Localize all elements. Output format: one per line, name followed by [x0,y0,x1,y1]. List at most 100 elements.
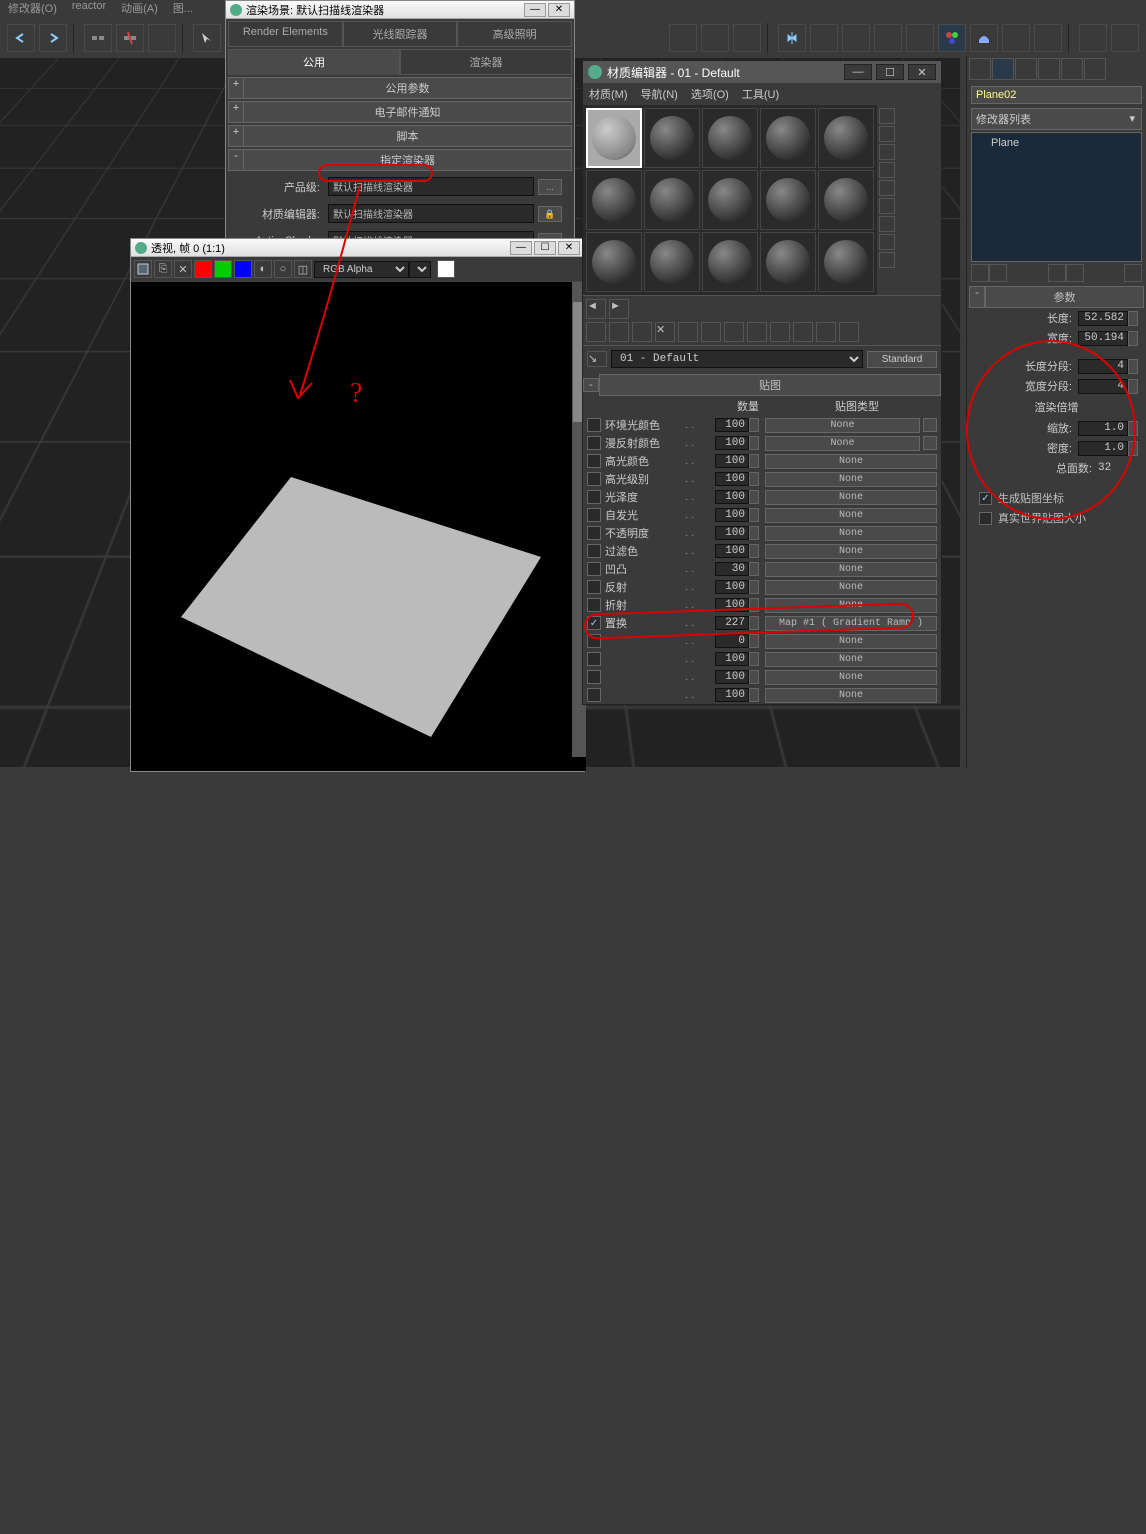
close-icon[interactable]: ✕ [548,3,570,17]
map-slot-button[interactable]: None [765,526,937,541]
options-icon[interactable] [879,216,895,232]
tab-advanced-lighting[interactable]: 高级照明 [457,21,572,47]
map-enable-checkbox[interactable] [587,472,601,486]
clear-icon[interactable]: ✕ [174,260,192,278]
material-type-button[interactable]: Standard [867,351,937,368]
material-slot-3[interactable] [702,108,758,168]
density-field[interactable]: 1.0 [1078,441,1128,456]
density-spinner[interactable] [1128,441,1138,456]
minimize-icon[interactable]: — [524,3,546,17]
map-amount-field[interactable]: 100 [715,472,749,486]
params-rollout-header[interactable]: -参数 [969,286,1144,308]
bind-spacewarp-icon[interactable] [148,24,176,52]
create-tab-icon[interactable] [969,58,991,80]
menu-options[interactable]: 选项(O) [691,89,729,101]
material-slot-5[interactable] [818,108,874,168]
field-mateditor-renderer[interactable]: 默认扫描线渲染器 [328,204,534,223]
make-copy-icon[interactable] [678,322,698,342]
map-amount-spinner[interactable] [749,508,759,522]
sample-uv-icon[interactable] [879,162,895,178]
utilities-tab-icon[interactable] [1084,58,1106,80]
map-amount-spinner[interactable] [749,454,759,468]
modify-tab-icon[interactable] [992,58,1014,80]
show-end-result-icon[interactable] [989,264,1007,282]
background-icon[interactable] [879,144,895,160]
maps-rollout-header[interactable]: -贴图 [583,374,941,396]
map-amount-spinner[interactable] [749,634,759,648]
map-amount-spinner[interactable] [749,544,759,558]
tab-common[interactable]: 公用 [228,49,400,75]
material-slot-9[interactable] [760,170,816,230]
rollout-email[interactable]: +电子邮件通知 [228,101,572,123]
put-to-scene-icon[interactable] [609,322,629,342]
map-amount-spinner[interactable] [749,490,759,504]
map-amount-field[interactable]: 30 [715,562,749,576]
schematic-icon[interactable] [906,24,934,52]
map-amount-spinner[interactable] [749,688,759,702]
mirror-icon[interactable] [778,24,806,52]
map-amount-field[interactable]: 100 [715,580,749,594]
render-setup-icon[interactable] [970,24,998,52]
alpha-channel-icon[interactable]: ◐ [254,260,272,278]
map-enable-checkbox[interactable] [587,580,601,594]
map-enable-checkbox[interactable] [587,418,601,432]
modifier-list-dropdown[interactable]: 修改器列表▾ [971,108,1142,130]
menu-material[interactable]: 材质(M) [589,89,628,101]
close-icon[interactable]: ✕ [908,64,936,80]
align-icon[interactable] [810,24,838,52]
map-enable-checkbox[interactable] [587,688,601,702]
material-slot-11[interactable] [586,232,642,292]
map-amount-spinner[interactable] [749,652,759,666]
render-setup-titlebar[interactable]: 渲染场景: 默认扫描线渲染器 — ✕ [226,1,574,19]
make-preview-icon[interactable] [879,198,895,214]
map-amount-spinner[interactable] [749,670,759,684]
layers-icon[interactable] [842,24,870,52]
close-icon[interactable]: ✕ [558,241,580,255]
map-amount-field[interactable]: 100 [715,652,749,666]
map-amount-spinner[interactable] [749,526,759,540]
pick-material-icon[interactable]: ↘ [587,351,607,367]
map-amount-field[interactable]: 227 [715,616,749,630]
rollout-scripts[interactable]: +脚本 [228,125,572,147]
toggle-icon[interactable]: ◫ [294,260,312,278]
map-amount-field[interactable]: 100 [715,490,749,504]
map-enable-checkbox[interactable] [587,508,601,522]
map-amount-spinner[interactable] [749,598,759,612]
material-slot-12[interactable] [644,232,700,292]
material-slot-2[interactable] [644,108,700,168]
clone-icon[interactable]: ⎘ [154,260,172,278]
gen-mapping-checkbox[interactable] [979,492,992,505]
map-amount-spinner[interactable] [749,472,759,486]
make-unique-icon[interactable] [701,322,721,342]
tool1-icon[interactable] [1079,24,1107,52]
material-id-icon[interactable] [747,322,767,342]
lock-icon[interactable] [923,436,937,450]
map-slot-button[interactable]: None [765,652,937,667]
show-end-icon[interactable] [793,322,813,342]
material-slot-8[interactable] [702,170,758,230]
maximize-icon[interactable]: ☐ [876,64,904,80]
rollout-assign-renderer[interactable]: -指定渲染器 [228,149,572,171]
mono-icon[interactable]: ○ [274,260,292,278]
menu-navigate[interactable]: 导航(N) [641,89,678,101]
lock-icon[interactable] [923,418,937,432]
map-enable-checkbox[interactable] [587,652,601,666]
configure-sets-icon[interactable] [1124,264,1142,282]
select-object-icon[interactable] [193,24,221,52]
map-slot-button[interactable]: None [765,562,937,577]
material-slot-15[interactable] [818,232,874,292]
map-enable-checkbox[interactable] [587,598,601,612]
menu-tools[interactable]: 工具(U) [742,89,779,101]
go-to-parent-icon[interactable] [816,322,836,342]
undo-icon[interactable] [7,24,35,52]
quick-render-icon[interactable] [1034,24,1062,52]
map-enable-checkbox[interactable] [587,670,601,684]
map-slot-button[interactable]: None [765,472,937,487]
map-slot-button[interactable]: None [765,544,937,559]
map-slot-button[interactable]: None [765,598,937,613]
map-amount-field[interactable]: 100 [715,598,749,612]
material-name-field[interactable]: 01 - Default [611,350,863,368]
material-slot-10[interactable] [818,170,874,230]
map-enable-checkbox[interactable] [587,436,601,450]
menu-reactor[interactable]: reactor [72,0,106,16]
